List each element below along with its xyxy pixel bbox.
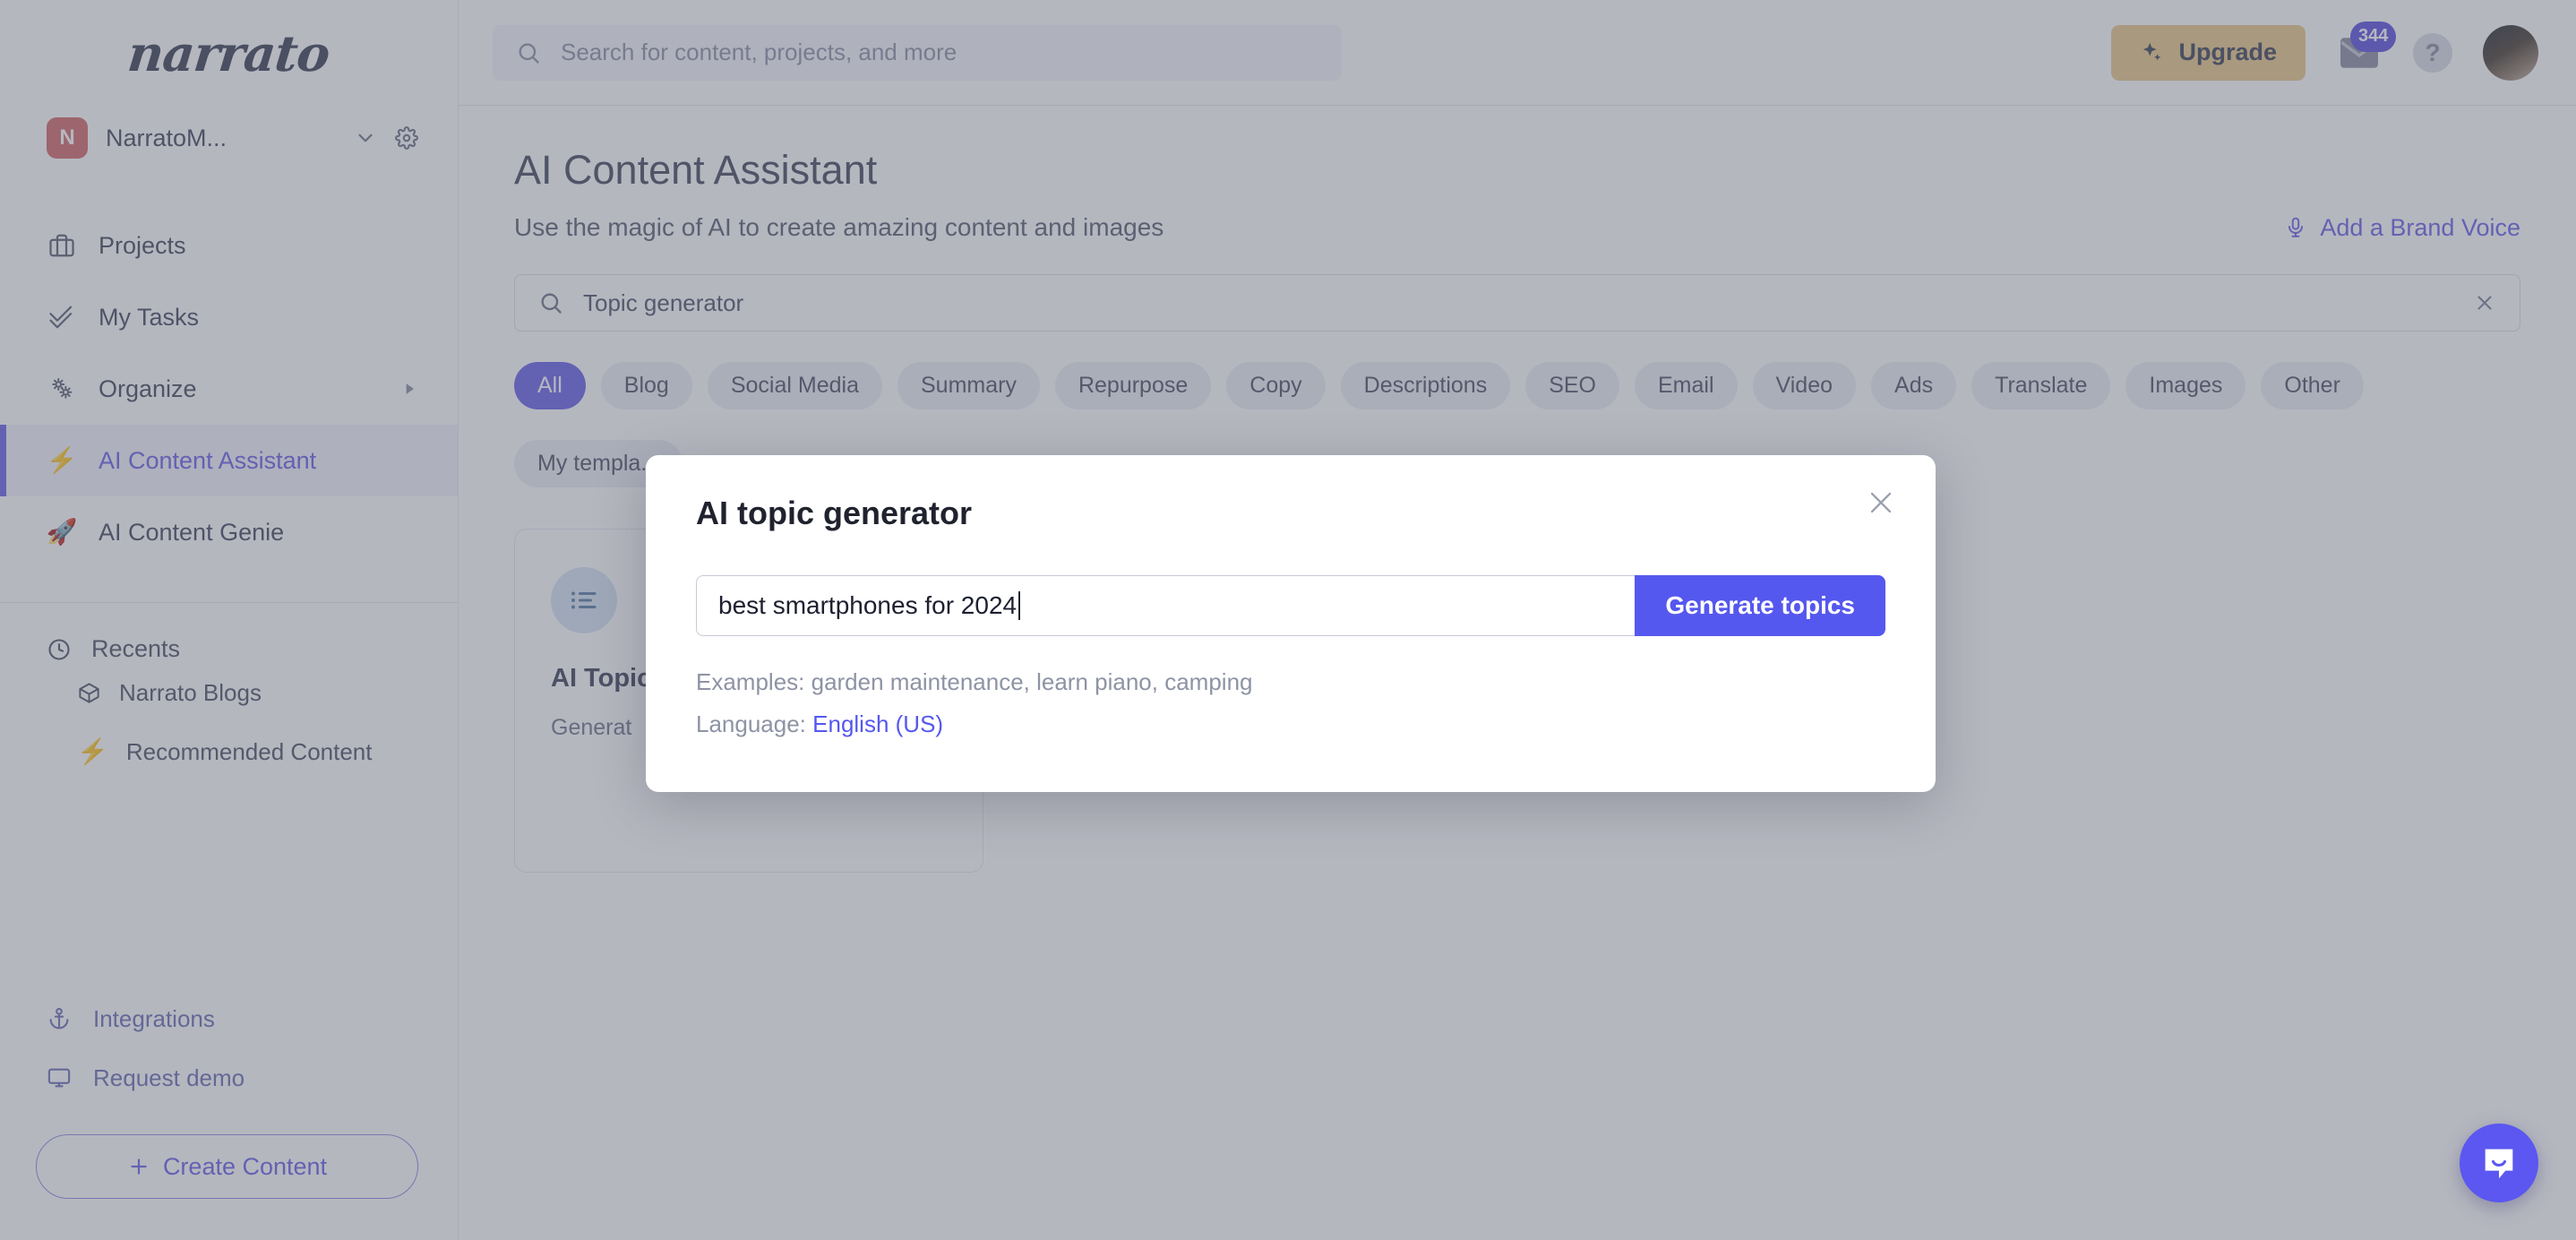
- ai-topic-generator-modal: AI topic generator best smartphones for …: [646, 455, 1936, 792]
- modal-input-row: best smartphones for 2024 Generate topic…: [696, 575, 1885, 636]
- topic-input[interactable]: best smartphones for 2024: [696, 575, 1636, 636]
- language-label: Language:: [696, 710, 806, 737]
- generate-topics-button[interactable]: Generate topics: [1635, 575, 1885, 636]
- close-icon[interactable]: [1866, 487, 1896, 518]
- language-value-link[interactable]: English (US): [812, 710, 943, 737]
- chat-launcher-button[interactable]: [2460, 1124, 2538, 1202]
- text-caret: [1018, 591, 1021, 620]
- app-root: narrato N NarratoM... Projects My Tasks …: [0, 0, 2576, 1240]
- chat-bubble-icon: [2478, 1142, 2520, 1184]
- modal-title: AI topic generator: [696, 495, 973, 531]
- topic-input-value: best smartphones for 2024: [718, 591, 1018, 619]
- examples-text: Examples: garden maintenance, learn pian…: [696, 668, 1253, 695]
- language-row: Language: English (US): [696, 710, 1885, 738]
